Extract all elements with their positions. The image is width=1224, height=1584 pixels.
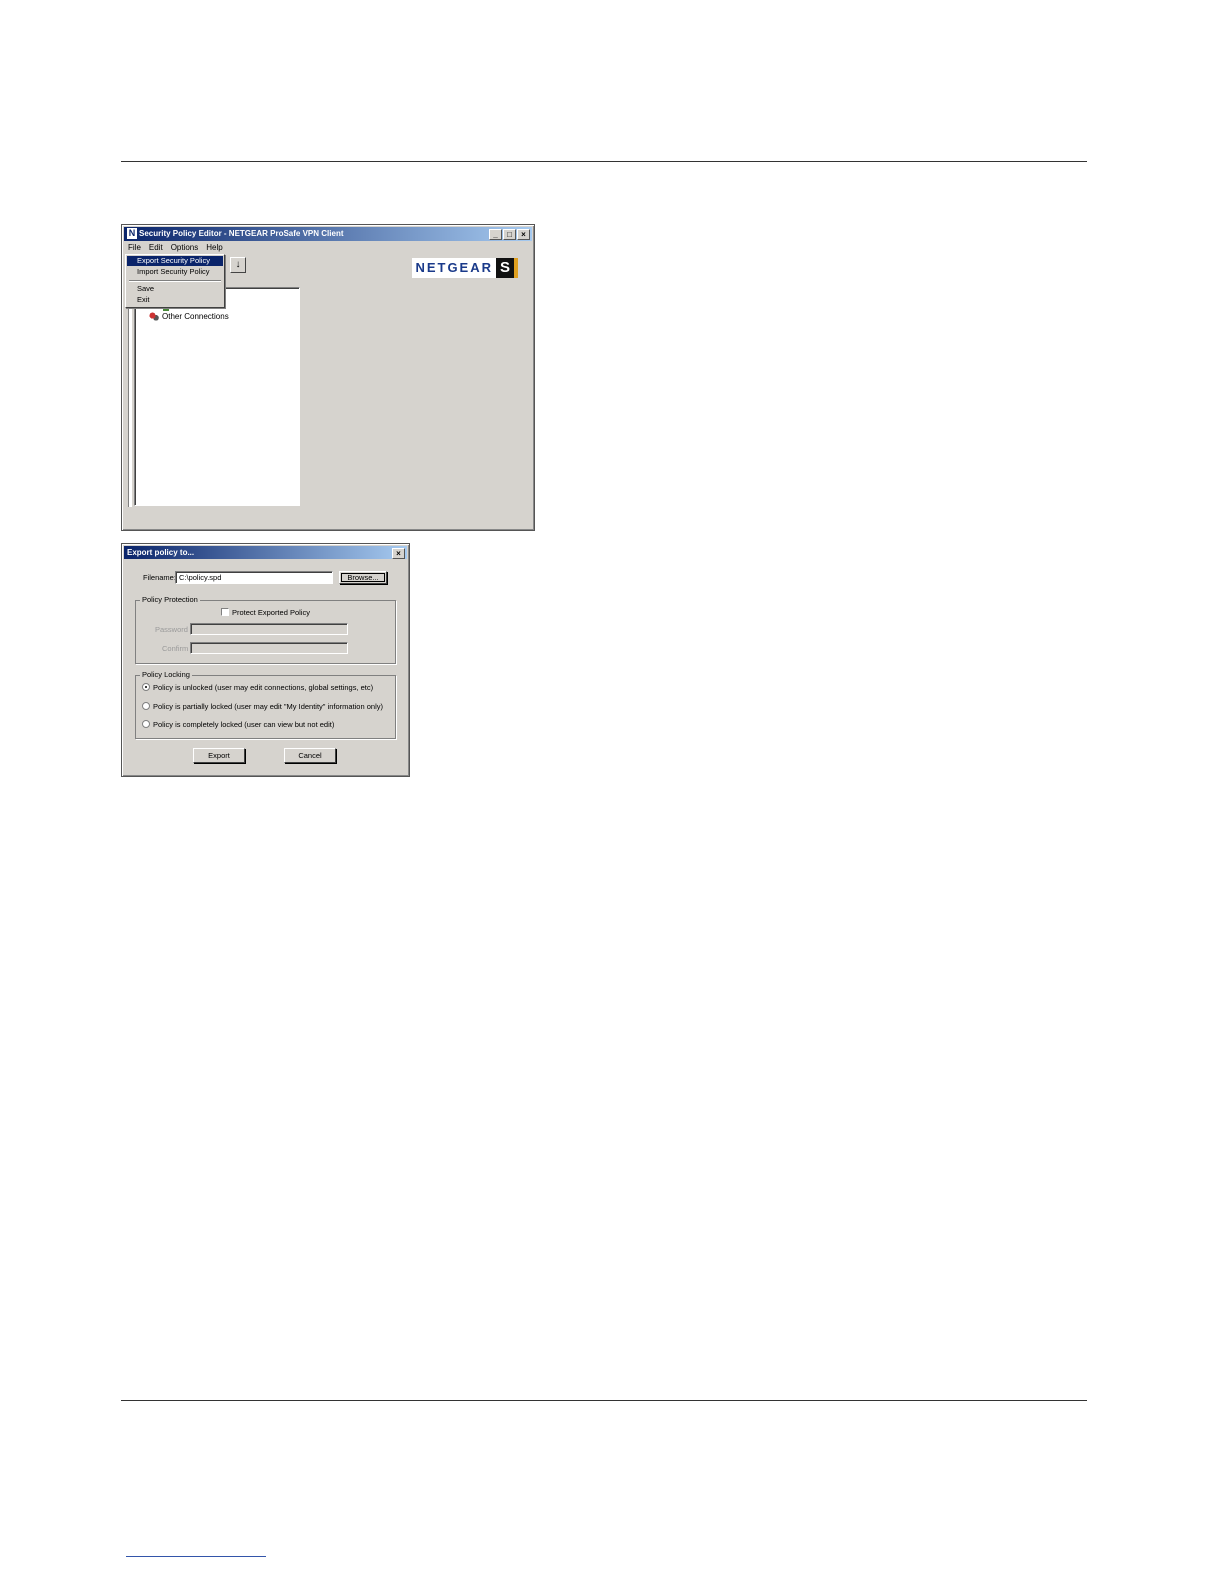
confirm-label: Confirm (162, 644, 189, 653)
radio-completely-locked[interactable] (142, 720, 150, 728)
tree-item-other-connections[interactable]: Other Connections (149, 312, 229, 322)
cancel-button[interactable]: Cancel (284, 748, 336, 763)
header-rule (121, 161, 1087, 162)
radio-unlocked[interactable] (142, 683, 150, 691)
radio-unlocked-label: Policy is unlocked (user may edit connec… (153, 683, 374, 692)
radio-partially-locked[interactable] (142, 702, 150, 710)
menu-edit[interactable]: Edit (145, 242, 167, 254)
tree-pane-edge (128, 281, 132, 507)
maximize-icon[interactable]: □ (503, 229, 516, 240)
dialog-controls: × (391, 548, 405, 559)
browse-button[interactable]: Browse... (339, 571, 387, 584)
menu-item-import-security-policy[interactable]: Import Security Policy (127, 267, 223, 277)
window-title: Security Policy Editor - NETGEAR ProSafe… (139, 229, 344, 238)
radio-partially-locked-label: Policy is partially locked (user may edi… (153, 702, 383, 711)
policy-protection-title: Policy Protection (140, 595, 200, 604)
dialog-title: Export policy to... (127, 548, 195, 557)
menu-help[interactable]: Help (202, 242, 226, 254)
export-policy-dialog: Export policy to... × Filename: C:\polic… (121, 543, 410, 777)
protect-exported-policy-checkbox[interactable] (221, 608, 229, 616)
radio-completely-locked-label: Policy is completely locked (user can vi… (153, 720, 335, 729)
dialog-titlebar: Export policy to... × (124, 546, 407, 559)
menu-item-export-security-policy[interactable]: Export Security Policy (127, 256, 223, 266)
confirm-field (190, 642, 348, 654)
logo-text: NETGEAR (412, 258, 496, 278)
policy-locking-title: Policy Locking (140, 670, 192, 679)
filename-label: Filename: (143, 573, 176, 582)
export-button[interactable]: Export (193, 748, 245, 763)
file-menu-dropdown: Export Security Policy Import Security P… (125, 254, 225, 308)
menu-item-exit[interactable]: Exit (127, 295, 223, 305)
app-icon: N (127, 228, 137, 239)
download-arrow-icon[interactable]: ↓ (230, 257, 246, 273)
policy-tree-pane[interactable]: Other Connections (134, 287, 300, 506)
tree-item-label: Other Connections (162, 312, 229, 321)
footer-link-underline (126, 1556, 266, 1557)
minimize-icon[interactable]: _ (489, 229, 502, 240)
netgear-logo: NETGEAR S (412, 258, 518, 278)
menu-file[interactable]: File (124, 242, 145, 254)
connections-icon (149, 312, 159, 322)
protect-exported-policy-label: Protect Exported Policy (232, 608, 310, 617)
password-field (190, 623, 348, 635)
password-label: Password (155, 625, 188, 634)
menu-separator (129, 280, 221, 282)
menu-bar: File Edit Options Help (124, 242, 532, 254)
close-icon[interactable]: × (517, 229, 530, 240)
window-titlebar: N Security Policy Editor - NETGEAR ProSaf… (124, 227, 532, 241)
filename-input[interactable]: C:\policy.spd (175, 571, 333, 584)
menu-item-save[interactable]: Save (127, 284, 223, 294)
footer-rule (121, 1400, 1087, 1401)
window-controls: _ □ × (488, 229, 530, 240)
logo-mark-icon: S (496, 258, 518, 278)
menu-options[interactable]: Options (167, 242, 203, 254)
close-icon[interactable]: × (392, 548, 405, 559)
